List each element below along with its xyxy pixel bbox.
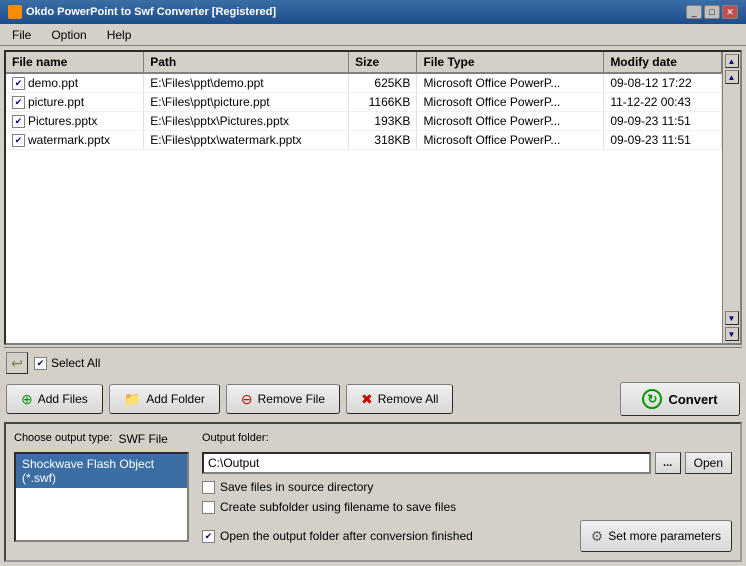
file-list-container: File name Path Size File Type Modify dat… [4, 50, 742, 345]
menu-file[interactable]: File [4, 26, 39, 44]
back-button[interactable]: ↩ [6, 352, 28, 374]
table-row: ✔ picture.ppt E:\Files\ppt\picture.ppt 1… [6, 93, 722, 112]
cell-filename-1: ✔ picture.ppt [6, 93, 144, 112]
output-folder-label: Output folder: [202, 432, 732, 444]
add-files-button[interactable]: ⊕ Add Files [6, 384, 103, 414]
cell-filename-3: ✔ watermark.pptx [6, 131, 144, 150]
remove-all-icon: ✖ [361, 391, 373, 408]
set-params-button[interactable]: ⚙ Set more parameters [580, 520, 732, 552]
remove-all-button[interactable]: ✖ Remove All [346, 384, 453, 414]
col-filename: File name [6, 52, 144, 73]
add-files-icon: ⊕ [21, 391, 33, 408]
title-text: Okdo PowerPoint to Swf Converter [Regist… [26, 6, 276, 18]
cell-type-1: Microsoft Office PowerP... [417, 93, 604, 112]
convert-button[interactable]: ↻ Convert [620, 382, 740, 416]
row-checkbox-3[interactable]: ✔ [12, 134, 25, 147]
table-row: ✔ demo.ppt E:\Files\ppt\demo.ppt 625KB M… [6, 73, 722, 93]
gear-icon: ⚙ [591, 528, 604, 545]
cell-date-0: 09-08-12 17:22 [604, 73, 722, 93]
checkbox-row-3: ✔ Open the output folder after conversio… [202, 529, 473, 543]
minimize-button[interactable]: _ [686, 5, 702, 19]
cell-date-2: 09-09-23 11:51 [604, 112, 722, 131]
menu-bar: File Option Help [0, 24, 746, 46]
toolbar-row: ↩ ✔ Select All [4, 347, 742, 378]
cell-path-3: E:\Files\pptx\watermark.pptx [144, 131, 349, 150]
folder-input-row: ... Open [202, 452, 732, 474]
scroll-top-button[interactable]: ▲ [725, 54, 739, 68]
set-params-label: Set more parameters [608, 529, 721, 543]
cell-date-3: 09-09-23 11:51 [604, 131, 722, 150]
cell-size-2: 193KB [349, 112, 417, 131]
select-all-label: Select All [51, 356, 100, 370]
title-bar-buttons: _ □ ✕ [686, 5, 738, 19]
output-type-label: Choose output type: [14, 432, 112, 444]
bottom-section: Choose output type: SWF File Shockwave F… [4, 422, 742, 562]
output-type-panel: Choose output type: SWF File Shockwave F… [14, 432, 194, 552]
cell-path-1: E:\Files\ppt\picture.ppt [144, 93, 349, 112]
open-after-checkbox[interactable]: ✔ [202, 530, 215, 543]
title-bar-text: Okdo PowerPoint to Swf Converter [Regist… [8, 5, 276, 19]
row-checkbox-1[interactable]: ✔ [12, 96, 25, 109]
add-folder-button[interactable]: 📁 Add Folder [109, 384, 220, 414]
table-row: ✔ Pictures.pptx E:\Files\pptx\Pictures.p… [6, 112, 722, 131]
subfolder-label: Create subfolder using filename to save … [220, 500, 456, 514]
checkbox-row-1: Save files in source directory [202, 480, 732, 494]
cell-type-0: Microsoft Office PowerP... [417, 73, 604, 93]
save-source-checkbox[interactable] [202, 481, 215, 494]
add-folder-icon: 📁 [124, 391, 141, 408]
select-all-checkbox[interactable]: ✔ [34, 357, 47, 370]
title-bar: Okdo PowerPoint to Swf Converter [Regist… [0, 0, 746, 24]
open-after-label: Open the output folder after conversion … [220, 529, 473, 543]
file-table: File name Path Size File Type Modify dat… [6, 52, 722, 150]
remove-file-label: Remove File [258, 392, 325, 406]
cell-path-2: E:\Files\pptx\Pictures.pptx [144, 112, 349, 131]
action-buttons: ⊕ Add Files 📁 Add Folder ⊖ Remove File ✖… [4, 378, 742, 420]
add-files-label: Add Files [38, 392, 88, 406]
scroll-down-button[interactable]: ▼ [725, 311, 739, 325]
select-all-area: ✔ Select All [34, 356, 100, 370]
remove-file-button[interactable]: ⊖ Remove File [226, 384, 340, 414]
cell-size-1: 1166KB [349, 93, 417, 112]
cell-type-3: Microsoft Office PowerP... [417, 131, 604, 150]
menu-help[interactable]: Help [99, 26, 140, 44]
scroll-up-button[interactable]: ▲ [725, 70, 739, 84]
checkbox-row-2: Create subfolder using filename to save … [202, 500, 732, 514]
menu-option[interactable]: Option [43, 26, 94, 44]
output-folder-input[interactable] [202, 452, 651, 474]
browse-button[interactable]: ... [655, 452, 681, 474]
close-button[interactable]: ✕ [722, 5, 738, 19]
cell-size-0: 625KB [349, 73, 417, 93]
col-date: Modify date [604, 52, 722, 73]
convert-label: Convert [668, 392, 717, 407]
file-table-wrapper: File name Path Size File Type Modify dat… [6, 52, 722, 343]
save-source-label: Save files in source directory [220, 480, 373, 494]
output-type-list[interactable]: Shockwave Flash Object (*.swf) [14, 452, 189, 542]
scroll-bottom-button[interactable]: ▼ [725, 327, 739, 341]
subfolder-checkbox[interactable] [202, 501, 215, 514]
output-folder-panel: Output folder: ... Open Save files in so… [202, 432, 732, 552]
table-row: ✔ watermark.pptx E:\Files\pptx\watermark… [6, 131, 722, 150]
output-type-value: SWF File [118, 432, 167, 446]
convert-icon: ↻ [642, 389, 662, 409]
col-size: Size [349, 52, 417, 73]
scrollbar: ▲ ▲ ▼ ▼ [722, 52, 740, 343]
col-path: Path [144, 52, 349, 73]
remove-file-icon: ⊖ [241, 391, 253, 408]
cell-date-1: 11-12-22 00:43 [604, 93, 722, 112]
row-checkbox-0[interactable]: ✔ [12, 77, 25, 90]
cell-filename-2: ✔ Pictures.pptx [6, 112, 144, 131]
add-folder-label: Add Folder [146, 392, 205, 406]
main-content: File name Path Size File Type Modify dat… [0, 46, 746, 566]
app-icon [8, 5, 22, 19]
output-type-option-swf[interactable]: Shockwave Flash Object (*.swf) [16, 454, 187, 488]
cell-size-3: 318KB [349, 131, 417, 150]
cell-type-2: Microsoft Office PowerP... [417, 112, 604, 131]
cell-path-0: E:\Files\ppt\demo.ppt [144, 73, 349, 93]
col-type: File Type [417, 52, 604, 73]
row-checkbox-2[interactable]: ✔ [12, 115, 25, 128]
cell-filename-0: ✔ demo.ppt [6, 73, 144, 93]
remove-all-label: Remove All [378, 392, 439, 406]
open-folder-button[interactable]: Open [685, 452, 732, 474]
maximize-button[interactable]: □ [704, 5, 720, 19]
